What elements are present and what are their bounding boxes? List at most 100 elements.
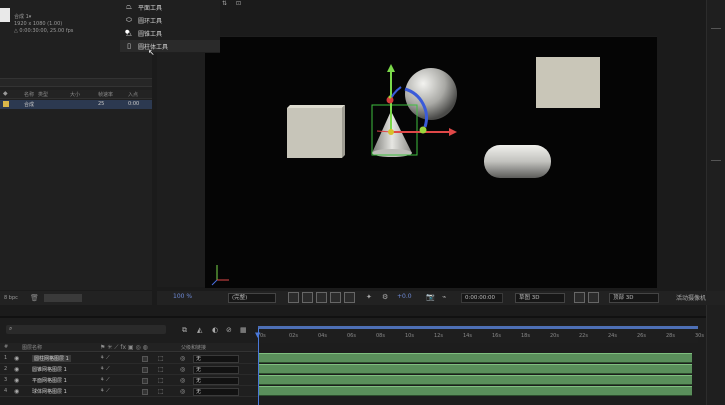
sort-icon[interactable]: ⇅ (222, 0, 227, 7)
resolution-dropdown[interactable]: (完整) (228, 293, 276, 303)
3d-layer-cube-icon[interactable]: ⬚ (158, 366, 164, 373)
right-panel (706, 0, 725, 405)
project-search-input[interactable] (0, 78, 152, 87)
col-in[interactable]: 入点 (128, 91, 138, 98)
toggle-grid-button[interactable] (302, 292, 313, 303)
scene-3d (211, 57, 600, 286)
col-type[interactable]: 类型 (38, 91, 48, 98)
cube-mesh[interactable] (287, 105, 345, 158)
col-index: # (4, 344, 9, 350)
menu-item-label: 圆锥工具 (138, 30, 163, 38)
3d-layer-cube-icon[interactable]: ⬚ (158, 388, 164, 395)
3d-mesh-layer-icon: ◉ (14, 355, 20, 362)
comp-canvas[interactable] (205, 37, 657, 288)
parent-dropdown[interactable]: 无 (193, 355, 239, 363)
show-snapshot-icon[interactable]: ⌁ (442, 293, 446, 301)
graph-editor-icon[interactable]: ⊘ (226, 326, 232, 334)
renderer-dropdown[interactable]: 草图 3D (515, 293, 565, 303)
viewer-icon[interactable]: ⊡ (236, 0, 241, 7)
camera-snapshot-icon[interactable]: 📷 (426, 293, 435, 301)
comp-name[interactable]: 合成 1▾ (14, 13, 31, 20)
menu-item-cone[interactable]: △ 圆锥工具 (120, 27, 220, 39)
layer-duration-bar[interactable] (259, 353, 692, 363)
3d-view-dropdown[interactable]: 顶部 3D (609, 293, 659, 303)
3d-layer-cube-icon[interactable]: ⬚ (158, 377, 164, 384)
3d-layer-cube-icon[interactable]: ⬚ (158, 355, 164, 362)
timecode-field[interactable]: 0:00:00:00 (461, 293, 503, 303)
toggle-mask-button[interactable] (288, 292, 299, 303)
col-layer-name[interactable]: 图层名称 (22, 344, 42, 351)
col-fps[interactable]: 帧速率 (98, 91, 113, 98)
layer-duration-bar[interactable] (259, 386, 692, 396)
parent-dropdown[interactable]: 无 (193, 366, 239, 374)
toggle-transparency-button[interactable] (316, 292, 327, 303)
ruler-tick-label: 04s (318, 333, 327, 339)
torus-tool-icon: ⬭ (126, 15, 132, 24)
menu-item-torus[interactable]: ⬭ 圆环工具 (120, 14, 220, 26)
ruler-tick-label: 30s (695, 333, 704, 339)
guides-button[interactable] (344, 292, 355, 303)
col-parent[interactable]: 父级和链接 (181, 344, 206, 351)
parent-dropdown[interactable]: 无 (193, 388, 239, 396)
layer-switch-box[interactable] (142, 378, 148, 384)
shy-switch-icon[interactable]: ⚘ ⟋ (100, 377, 110, 383)
timeline-search-input[interactable]: ⌕ (6, 325, 166, 334)
menu-item-cylinder[interactable]: ▯ 圆柱体工具 (120, 40, 220, 52)
ruler-tick-label: 06s (347, 333, 356, 339)
layer-index: 2 (4, 366, 8, 372)
shy-switch-icon[interactable]: ⚘ ⟋ (100, 355, 110, 361)
playhead-handle-icon[interactable]: ▼ (255, 331, 260, 339)
comp-resolution: 1920 x 1080 (1.00) (14, 21, 63, 27)
work-area-bar[interactable] (258, 326, 698, 329)
exposure-value[interactable]: +0.0 (397, 293, 412, 300)
pickwhip-icon[interactable]: ◎ (180, 355, 185, 362)
comp-thumbnail (0, 8, 10, 22)
plane-mesh[interactable] (536, 57, 600, 108)
zoom-level[interactable]: 100 % (173, 293, 192, 300)
bpc-label[interactable]: 8 bpc (4, 295, 18, 301)
gear-icon[interactable]: ⚙ (382, 293, 388, 301)
layer-switch-box[interactable] (142, 367, 148, 373)
shape-tool-menu: ⏢ 平面工具 ⬭ 圆环工具 △ 圆锥工具 ▯ 圆柱体工具 (120, 0, 220, 53)
view-layout-button[interactable] (574, 292, 585, 303)
frame-blend-icon[interactable]: ▦ (240, 326, 247, 334)
selected-bullet-icon: ● (125, 29, 130, 35)
footer-slider[interactable] (44, 294, 82, 302)
layer-duration-bar[interactable] (259, 364, 692, 374)
motion-blur-icon[interactable]: ◐ (212, 326, 218, 334)
pickwhip-icon[interactable]: ◎ (180, 388, 185, 395)
ruler-tick-label: 14s (463, 333, 472, 339)
draft-3d-icon[interactable]: ◭ (197, 326, 202, 334)
ruler-tick-label: 12s (434, 333, 443, 339)
3d-mesh-layer-icon: ◉ (14, 366, 20, 373)
comp-duration: △ 0:00:30:00, 25.00 fps (14, 28, 74, 34)
color-channel-icon[interactable]: ✦ (366, 293, 372, 301)
layer-duration-bar[interactable] (259, 375, 692, 385)
ruler-tick-label: 20s (550, 333, 559, 339)
comp-flowchart-icon[interactable]: ⧉ (182, 326, 187, 335)
parent-dropdown[interactable]: 无 (193, 377, 239, 385)
col-size[interactable]: 大小 (70, 91, 80, 98)
trash-icon[interactable]: 🗑 (30, 294, 39, 302)
playhead[interactable] (258, 328, 259, 405)
layer-name[interactable]: 圆柱网格图层 1 (32, 355, 71, 362)
menu-item-plane[interactable]: ⏢ 平面工具 (120, 1, 220, 13)
layer-name[interactable]: 球体网格图层 1 (32, 388, 67, 395)
col-name[interactable]: 名称 (24, 91, 34, 98)
ruler-tick-label: 28s (666, 333, 675, 339)
ruler-tick-label: 02s (289, 333, 298, 339)
active-camera-dropdown[interactable]: 活动摄像机 (676, 293, 706, 302)
layer-switch-box[interactable] (142, 356, 148, 362)
pickwhip-icon[interactable]: ◎ (180, 366, 185, 373)
pickwhip-icon[interactable]: ◎ (180, 377, 185, 384)
ruler-tick-label: 08s (376, 333, 385, 339)
shy-switch-icon[interactable]: ⚘ ⟋ (100, 388, 110, 394)
cylinder-mesh[interactable] (484, 145, 551, 178)
layer-switch-box[interactable] (142, 389, 148, 395)
layer-name[interactable]: 平面网格图层 1 (32, 377, 67, 384)
shy-switch-icon[interactable]: ⚘ ⟋ (100, 366, 110, 372)
layer-index: 4 (4, 388, 8, 394)
region-of-interest-button[interactable] (330, 292, 341, 303)
view-options-button[interactable] (588, 292, 599, 303)
layer-name[interactable]: 圆锥网格图层 1 (32, 366, 67, 373)
